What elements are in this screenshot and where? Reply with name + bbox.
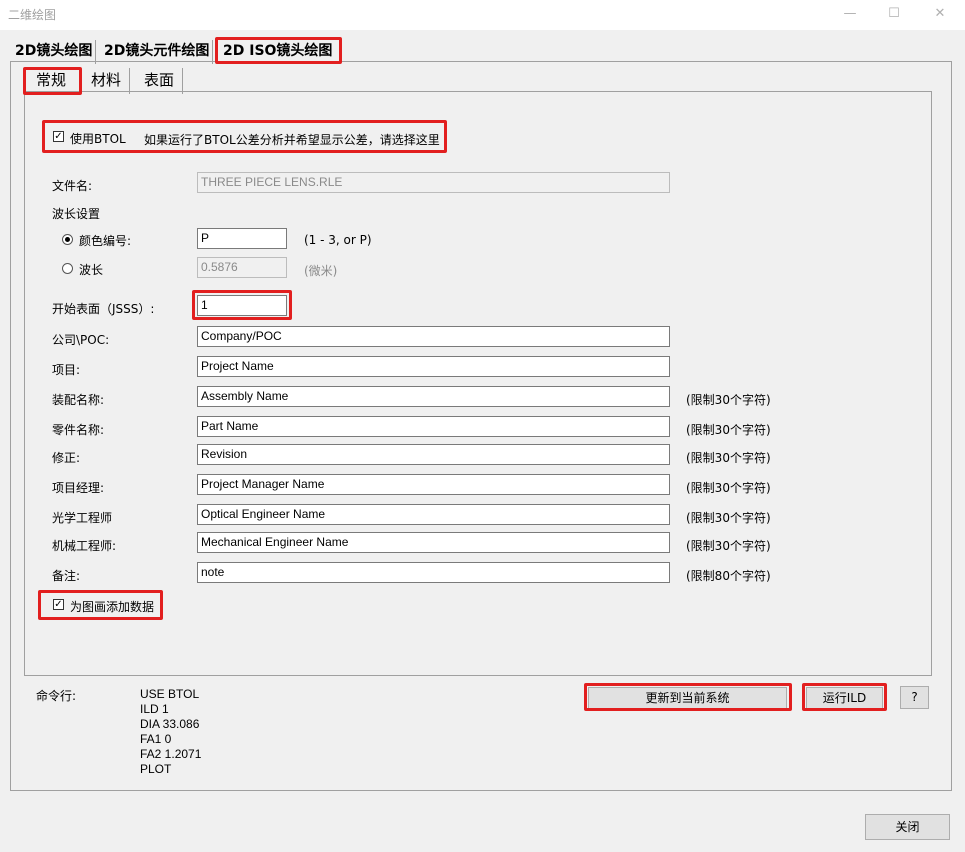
assembly-limit: (限制30个字符): [686, 393, 771, 407]
wavelength-input: 0.5876: [197, 257, 287, 278]
window-title: 二维绘图: [8, 8, 57, 22]
optical-engineer-input[interactable]: Optical Engineer Name: [197, 504, 670, 525]
highlight-add-data: [38, 590, 163, 620]
part-input[interactable]: Part Name: [197, 416, 670, 437]
help-button[interactable]: ?: [900, 686, 929, 709]
highlight-start-surface: [192, 290, 292, 320]
revision-limit: (限制30个字符): [686, 451, 771, 465]
wavelength-label: 波长: [79, 263, 104, 277]
close-button[interactable]: 关闭: [865, 814, 950, 840]
color-number-label: 颜色编号:: [79, 234, 132, 248]
field-label-revision: 修正:: [52, 451, 81, 465]
field-label-project: 项目:: [52, 363, 81, 377]
field-label-optical: 光学工程师: [52, 511, 113, 525]
color-number-radio[interactable]: [62, 234, 73, 245]
subtab-material[interactable]: 材料: [83, 68, 131, 94]
part-limit: (限制30个字符): [686, 423, 771, 437]
command-line-6: PLOT: [140, 762, 172, 776]
manager-limit: (限制30个字符): [686, 481, 771, 495]
start-surface-label: 开始表面（JSSS）:: [52, 302, 155, 316]
field-label-company: 公司\POC:: [52, 333, 110, 347]
highlight-update-button: [584, 683, 792, 711]
manager-input[interactable]: Project Manager Name: [197, 474, 670, 495]
mechanical-engineer-input[interactable]: Mechanical Engineer Name: [197, 532, 670, 553]
wavelength-hint: (微米): [304, 264, 338, 278]
project-input[interactable]: Project Name: [197, 356, 670, 377]
highlight-iso-tab: [215, 37, 342, 64]
note-input[interactable]: note: [197, 562, 670, 583]
note-limit: (限制80个字符): [686, 569, 771, 583]
color-number-input[interactable]: P: [197, 228, 287, 249]
close-icon[interactable]: ✕: [926, 4, 954, 24]
company-input[interactable]: Company/POC: [197, 326, 670, 347]
color-number-hint: (1 - 3, or P): [304, 233, 372, 247]
field-label-assembly: 装配名称:: [52, 393, 105, 407]
command-line-3: DIA 33.086: [140, 717, 200, 731]
minimize-icon[interactable]: —: [836, 4, 864, 24]
title-bar: 二维绘图 — ☐ ✕: [0, 0, 965, 30]
highlight-general-tab: [23, 67, 82, 95]
field-label-mechanical: 机械工程师:: [52, 539, 117, 553]
optical-engineer-limit: (限制30个字符): [686, 511, 771, 525]
command-line-2: ILD 1: [140, 702, 169, 716]
revision-input[interactable]: Revision: [197, 444, 670, 465]
maximize-icon[interactable]: ☐: [880, 4, 908, 24]
wavelength-radio[interactable]: [62, 263, 73, 274]
field-label-manager: 项目经理:: [52, 481, 105, 495]
field-label-note: 备注:: [52, 569, 81, 583]
filename-label: 文件名:: [52, 179, 93, 193]
command-line-5: FA2 1.2071: [140, 747, 202, 761]
command-line-1: USE BTOL: [140, 687, 200, 701]
command-line-4: FA1 0: [140, 732, 172, 746]
filename-field: THREE PIECE LENS.RLE: [197, 172, 670, 193]
tab-2d-element-drawing[interactable]: 2D镜头元件绘图: [101, 40, 214, 64]
assembly-input[interactable]: Assembly Name: [197, 386, 670, 407]
tab-2d-lens-drawing[interactable]: 2D镜头绘图: [12, 40, 97, 64]
subtab-surface[interactable]: 表面: [136, 68, 184, 94]
highlight-run-button: [802, 683, 887, 711]
field-label-part: 零件名称:: [52, 423, 105, 437]
command-line-label: 命令行:: [36, 689, 77, 703]
mechanical-engineer-limit: (限制30个字符): [686, 539, 771, 553]
wavelength-group-label: 波长设置: [52, 207, 101, 221]
highlight-btol: [42, 120, 447, 153]
